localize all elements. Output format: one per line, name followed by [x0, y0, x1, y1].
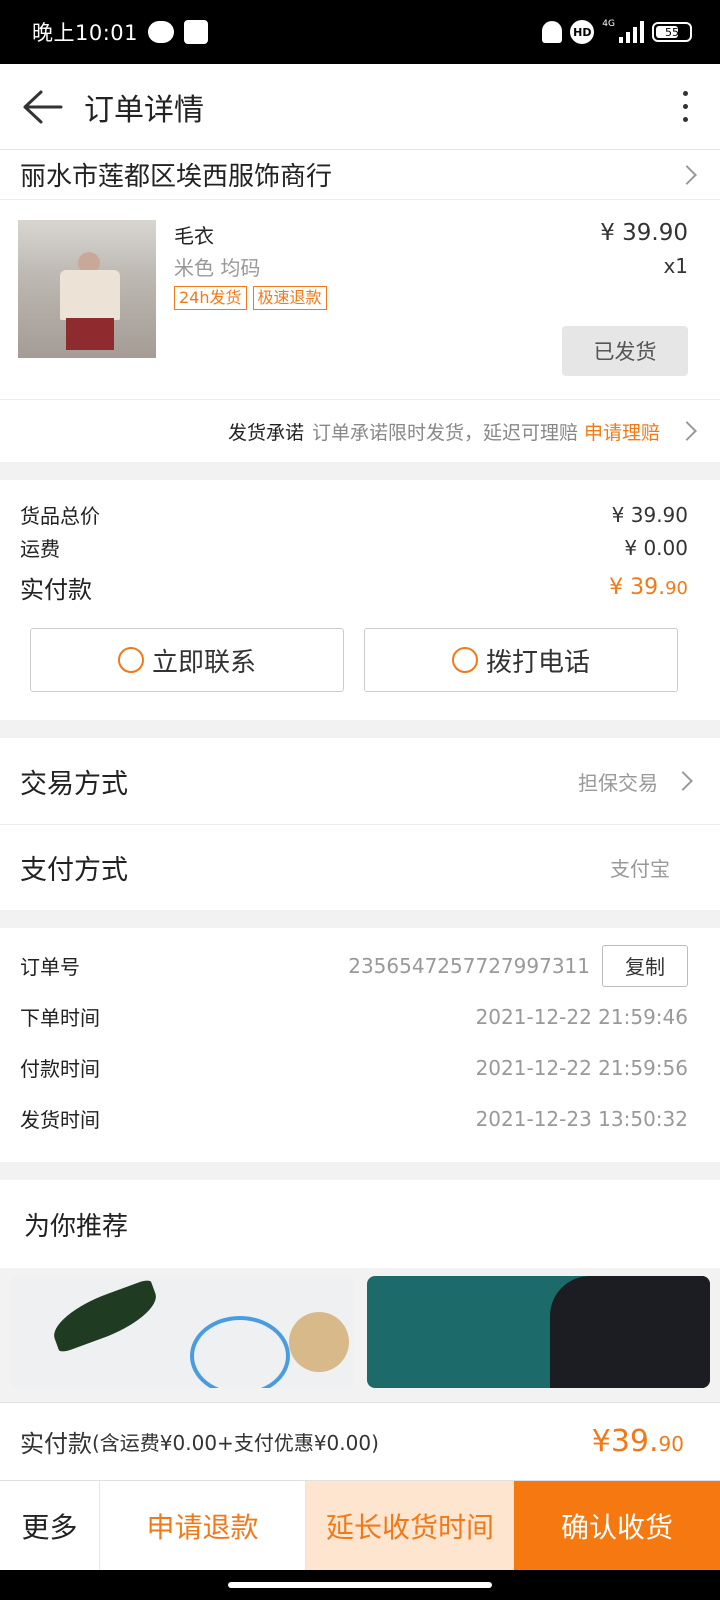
shipping-fee-label: 运费 [20, 537, 60, 561]
payment-method-value: 支付宝 [610, 857, 670, 881]
content-scroll[interactable]: 丽水市莲都区埃西服饰商行 毛衣 米色 均码 24h发货 极速退款 ¥ 39.90… [0, 150, 720, 1402]
trade-method-value: 担保交易 [578, 770, 658, 795]
product-name: 毛衣 [174, 224, 214, 248]
product-item[interactable]: 毛衣 米色 均码 24h发货 极速退款 ¥ 39.90 x1 已发货 [0, 200, 720, 400]
product-tags: 24h发货 极速退款 [174, 286, 327, 310]
paid-amount-value: ¥ 39.90 [609, 574, 688, 600]
shipping-promise-row[interactable]: 发货承诺 订单承诺限时发货，延迟可理赔 申请理赔 [0, 400, 720, 462]
more-actions-button[interactable]: 更多 [0, 1481, 100, 1570]
trade-method-row[interactable]: 交易方式 担保交易 [0, 738, 720, 824]
signal-icon [619, 21, 644, 43]
payment-method-label: 支付方式 [20, 855, 128, 886]
status-bar: 晚上10:01 HD 4G 55 [0, 0, 720, 64]
chevron-right-icon [677, 164, 697, 185]
product-price: ¥ 39.90 [600, 220, 688, 246]
order-shipped-row: 发货时间 2021-12-23 13:50:32 [20, 1093, 688, 1144]
more-options-button[interactable] [650, 64, 720, 150]
payment-summary-bar: 实付款 (含运费¥0.00+支付优惠¥0.00) ¥39.90 [0, 1402, 720, 1480]
order-info-card: 订单号 2356547257727997311 复制 下单时间 2021-12-… [0, 928, 720, 1162]
chevron-right-icon [677, 421, 697, 441]
order-item-card: 丽水市莲都区埃西服饰商行 毛衣 米色 均码 24h发货 极速退款 ¥ 39.90… [0, 150, 720, 462]
network-type: 4G [602, 19, 615, 29]
back-button[interactable] [0, 64, 84, 150]
tag-24h-shipping: 24h发货 [174, 286, 247, 310]
confirm-receipt-button[interactable]: 确认收货 [514, 1481, 720, 1570]
order-number-row: 订单号 2356547257727997311 复制 [20, 940, 688, 991]
wechat-icon [148, 21, 175, 43]
order-shipped-label: 发货时间 [20, 1108, 100, 1132]
call-seller-label: 拨打电话 [485, 647, 590, 678]
price-summary-card: 货品总价 ¥ 39.90 运费 ¥ 0.00 实付款 ¥ 39.90 立即联系 … [0, 480, 720, 720]
recommend-grid [0, 1268, 720, 1388]
back-arrow-icon [23, 90, 63, 123]
hd-icon: HD [570, 20, 595, 44]
contact-seller-label: 立即联系 [151, 647, 256, 678]
shop-name: 丽水市莲都区埃西服饰商行 [20, 162, 333, 192]
contact-seller-button[interactable]: 立即联系 [30, 628, 344, 692]
order-created-row: 下单时间 2021-12-22 21:59:46 [20, 991, 688, 1042]
recommend-title: 为你推荐 [0, 1180, 720, 1268]
shipping-fee-row: 运费 ¥ 0.00 [20, 531, 688, 564]
shipped-status-button[interactable]: 已发货 [562, 326, 688, 376]
call-seller-button[interactable]: 拨打电话 [364, 628, 678, 692]
shop-row[interactable]: 丽水市莲都区埃西服饰商行 [0, 150, 720, 200]
order-number-label: 订单号 [20, 955, 80, 979]
goods-total-row: 货品总价 ¥ 39.90 [20, 498, 688, 531]
paid-amount-label: 实付款 [20, 575, 92, 604]
summary-note: (含运费¥0.00+支付优惠¥0.00) [92, 1431, 379, 1455]
status-time: 晚上10:01 [32, 21, 139, 45]
order-number-value: 2356547257727997311 [348, 953, 590, 978]
recommend-product-card[interactable] [367, 1276, 710, 1388]
promise-title: 发货承诺 [227, 421, 304, 444]
order-paid-row: 付款时间 2021-12-22 21:59:56 [20, 1042, 688, 1093]
shipping-fee-value: ¥ 0.00 [624, 535, 688, 560]
order-paid-label: 付款时间 [20, 1057, 100, 1081]
page-title: 订单详情 [84, 92, 204, 128]
order-shipped-value: 2021-12-23 13:50:32 [475, 1106, 688, 1131]
order-created-label: 下单时间 [20, 1006, 100, 1030]
summary-label: 实付款 [20, 1430, 92, 1458]
gesture-navigation-area [0, 1570, 720, 1600]
claim-link[interactable]: 申请理赔 [584, 418, 660, 445]
order-created-value: 2021-12-22 21:59:46 [475, 1004, 688, 1029]
phone-icon [451, 647, 478, 673]
payment-method-row: 支付方式 支付宝 [0, 824, 720, 910]
paid-amount-row: 实付款 ¥ 39.90 [20, 564, 688, 610]
bottom-action-bar: 更多 申请退款 延长收货时间 确认收货 [0, 1480, 720, 1570]
chat-icon [117, 647, 144, 673]
promise-text: 订单承诺限时发货，延迟可理赔 [311, 421, 578, 444]
copy-order-number-button[interactable]: 复制 [602, 944, 688, 987]
trade-method-label: 交易方式 [20, 768, 128, 800]
request-refund-button[interactable]: 申请退款 [100, 1481, 306, 1570]
summary-total: ¥39.90 [591, 1424, 684, 1459]
alarm-icon [542, 21, 563, 43]
tag-fast-refund: 极速退款 [252, 286, 327, 310]
order-paid-value: 2021-12-22 21:59:56 [475, 1055, 688, 1080]
trade-info-card: 交易方式 担保交易 支付方式 支付宝 [0, 738, 720, 910]
goods-total-label: 货品总价 [20, 504, 100, 528]
extend-receipt-button[interactable]: 延长收货时间 [306, 1481, 514, 1570]
home-indicator[interactable] [228, 1582, 492, 1588]
goods-total-value: ¥ 39.90 [611, 502, 688, 527]
recommend-product-card[interactable] [10, 1276, 353, 1388]
product-quantity: x1 [663, 254, 688, 278]
product-thumbnail[interactable] [18, 220, 156, 358]
nav-bar: 订单详情 [0, 64, 720, 150]
product-spec: 米色 均码 [174, 256, 261, 280]
chevron-right-icon [673, 771, 693, 791]
mi-app-icon [184, 20, 209, 44]
battery-level: 55 [665, 25, 679, 39]
battery-icon: 55 [652, 22, 692, 42]
